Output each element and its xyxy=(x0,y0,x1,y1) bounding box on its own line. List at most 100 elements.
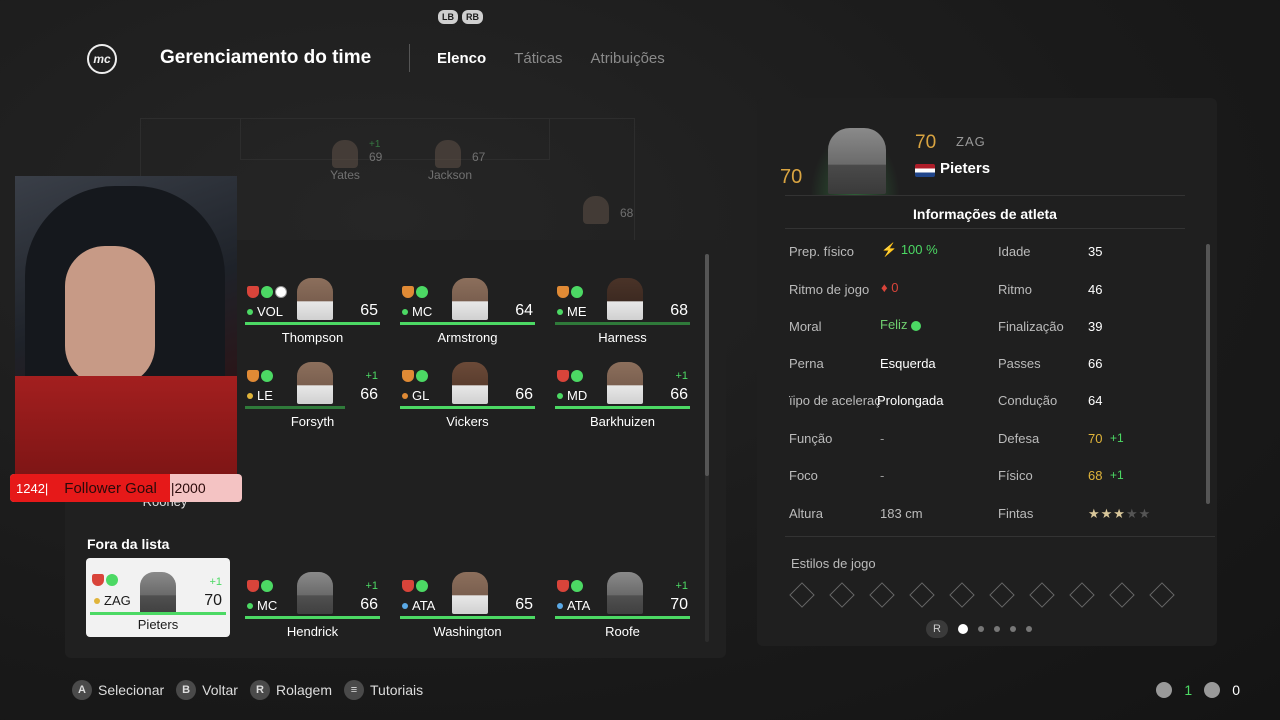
player-ovr: 68 xyxy=(620,206,634,220)
page-title: Gerenciamento do time xyxy=(160,47,372,68)
player-name: Armstrong xyxy=(437,330,498,345)
follower-goal-current: 1242| xyxy=(16,480,49,496)
pitch-player-unknown[interactable]: 68 xyxy=(576,196,633,224)
player-card-washington[interactable]: ATA 65 Washington xyxy=(400,572,535,650)
webcam-jacket xyxy=(15,376,237,476)
hint-select[interactable]: A Selecionar xyxy=(72,680,164,700)
page-dot[interactable] xyxy=(994,626,1000,632)
play-style-slot xyxy=(829,582,855,608)
form-gem-icon xyxy=(402,286,414,298)
player-card-barkhuizen[interactable]: +1 MD 66 Barkhuizen xyxy=(555,362,690,440)
morale-smile-icon xyxy=(261,286,273,298)
player-ovr: 69 xyxy=(369,150,383,164)
tab-taticas[interactable]: Táticas xyxy=(514,50,562,67)
form-gem-icon xyxy=(247,370,259,382)
position-dot xyxy=(557,602,563,609)
position-label: MD xyxy=(567,388,588,403)
hint-back[interactable]: B Voltar xyxy=(176,680,238,700)
player-card-pieters[interactable]: +1 ZAG 70 Pieters xyxy=(86,558,230,637)
play-style-slot xyxy=(1149,582,1175,608)
position-dot xyxy=(557,392,563,399)
tab-atribuicoes[interactable]: Atribuições xyxy=(591,50,665,67)
player-photo xyxy=(607,362,643,404)
player-card-armstrong[interactable]: MC 64 Armstrong xyxy=(400,278,535,356)
player-ovr: 70 xyxy=(204,592,222,609)
player-card-roofe[interactable]: +1 ATA 70 Roofe xyxy=(555,572,690,650)
page-dot[interactable] xyxy=(1026,626,1032,632)
a-button-icon: A xyxy=(72,680,92,700)
attr-boost: +1 xyxy=(1110,431,1124,445)
hint-scroll[interactable]: R Rolagem xyxy=(249,680,332,700)
attr-label: Fintas xyxy=(998,506,1034,521)
player-card-vickers[interactable]: GL 66 Vickers xyxy=(400,362,535,440)
player-photo xyxy=(452,362,488,404)
morale-smile-icon xyxy=(416,370,428,382)
player-name: Harness xyxy=(598,330,647,345)
r-stick-button[interactable]: R xyxy=(926,620,948,638)
attr-label: Moral xyxy=(789,319,822,334)
attr-value: Feliz xyxy=(880,317,922,332)
card-icons xyxy=(402,370,428,382)
page-dot[interactable] xyxy=(978,626,984,632)
card-icons xyxy=(402,286,428,298)
card-icons xyxy=(402,580,428,592)
lb-button[interactable]: LB xyxy=(438,10,458,24)
position-dot xyxy=(247,392,253,399)
player-photo xyxy=(607,572,643,614)
pitch-player-jackson[interactable]: 67 Jackson xyxy=(428,140,485,182)
attr-value-text: Feliz xyxy=(880,317,908,332)
attr-label: Físico xyxy=(998,468,1033,483)
follower-goal-max: |2000 xyxy=(170,480,206,496)
attr-label: Condução xyxy=(998,393,1058,408)
form-gem-icon xyxy=(402,370,414,382)
player-position: ATA xyxy=(402,598,435,613)
play-styles-slots xyxy=(789,582,1175,608)
play-style-slot xyxy=(789,582,815,608)
position-label: GL xyxy=(412,388,430,403)
fitness-bar xyxy=(400,616,535,619)
squad-scrollbar[interactable] xyxy=(705,254,709,476)
attr-label: Ritmo xyxy=(998,282,1032,297)
attr-boost: +1 xyxy=(1110,468,1124,482)
attr-label: Defesa xyxy=(998,431,1040,446)
position-label: VOL xyxy=(257,304,284,319)
player-card-forsyth[interactable]: +1 LE 66 Forsyth xyxy=(245,362,380,440)
player-photo xyxy=(607,278,643,320)
attr-value: 39 xyxy=(1088,319,1103,334)
bottom-status: 1 0 xyxy=(1156,682,1240,698)
attr-label: Prep. físico xyxy=(789,244,855,259)
player-photo xyxy=(435,140,461,168)
attr-value: 35 xyxy=(1088,244,1103,259)
pitch-player-yates[interactable]: +1 69 Yates xyxy=(325,139,382,182)
player-position: GL xyxy=(402,388,429,403)
player-photo xyxy=(297,572,333,614)
attr-label: Perna xyxy=(789,356,824,371)
player-card-harness[interactable]: ME 68 Harness xyxy=(555,278,690,356)
tab-elenco[interactable]: Elenco xyxy=(437,50,486,67)
hint-tutorials[interactable]: ≡ Tutoriais xyxy=(344,680,423,700)
detail-scrollbar[interactable] xyxy=(1206,244,1210,504)
player-photo xyxy=(297,362,333,404)
player-boost: +1 xyxy=(365,580,378,592)
shoulder-buttons: LB RB xyxy=(438,10,483,24)
webcam-face xyxy=(65,246,155,386)
player-ovr: 70 xyxy=(670,596,688,613)
player-card-hendrick[interactable]: +1 MC 66 Hendrick xyxy=(245,572,380,650)
player-card-thompson[interactable]: VOL 65 Thompson xyxy=(245,278,380,356)
player-photo xyxy=(452,278,488,320)
rb-button[interactable]: RB xyxy=(462,10,483,24)
tab-bar: Elenco Táticas Atribuições xyxy=(437,50,665,67)
fitness-bar xyxy=(245,406,345,409)
player-position: ZAG xyxy=(94,593,131,608)
page-dot-active[interactable] xyxy=(958,624,968,634)
player-position: MC xyxy=(402,304,432,319)
player-name: Yates xyxy=(330,168,360,182)
play-style-slot xyxy=(1029,582,1055,608)
attr-value: Prolongada xyxy=(877,393,944,408)
player-name: Forsyth xyxy=(290,414,335,429)
player-position: LE xyxy=(247,388,273,403)
form-gem-icon xyxy=(557,286,569,298)
form-gem-icon xyxy=(557,370,569,382)
b-button-icon: B xyxy=(176,680,197,700)
page-dot[interactable] xyxy=(1010,626,1016,632)
